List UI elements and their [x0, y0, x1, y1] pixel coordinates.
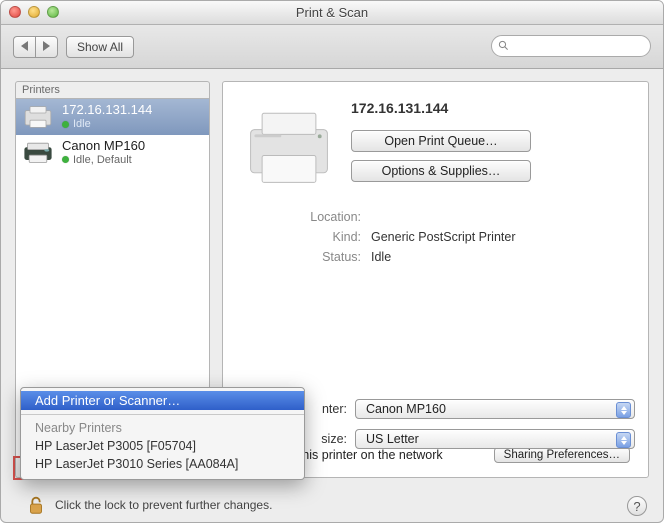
nearby-printer-item[interactable]: HP LaserJet P3010 Series [AA084A]	[21, 455, 304, 473]
kind-label: Kind:	[271, 230, 361, 244]
detail-grid: Location: Kind: Generic PostScript Print…	[241, 210, 630, 264]
kind-value: Generic PostScript Printer	[371, 230, 630, 244]
window-controls	[9, 6, 59, 18]
sidebar-header: Printers	[15, 81, 210, 98]
titlebar: Print & Scan	[1, 1, 663, 25]
forward-button[interactable]	[35, 36, 58, 58]
location-label: Location:	[271, 210, 361, 224]
printer-name: 172.16.131.144	[62, 103, 152, 118]
list-item-text: 172.16.131.144 Idle	[62, 103, 152, 131]
back-button[interactable]	[13, 36, 35, 58]
search-icon	[498, 40, 509, 51]
options-supplies-button[interactable]: Options & Supplies…	[351, 160, 531, 182]
printer-icon	[241, 96, 337, 192]
sharing-preferences-button[interactable]: Sharing Preferences…	[494, 447, 630, 463]
list-item-text: Canon MP160 Idle, Default	[62, 139, 145, 167]
printer-status: Idle, Default	[62, 154, 145, 167]
chevron-right-icon	[43, 41, 50, 51]
select-value: Canon MP160	[366, 402, 446, 416]
status-value: Idle	[371, 250, 630, 264]
default-paper-select[interactable]: US Letter	[355, 429, 635, 449]
menu-separator	[21, 414, 304, 415]
toolbar: Show All	[1, 25, 663, 69]
printer-list-item[interactable]: 172.16.131.144 Idle	[16, 99, 209, 135]
help-button[interactable]: ?	[627, 496, 647, 516]
detail-printer-name: 172.16.131.144	[351, 100, 448, 116]
search-input[interactable]	[491, 35, 651, 57]
chevron-left-icon	[21, 41, 28, 51]
nearby-printer-item[interactable]: HP LaserJet P3005 [F05704]	[21, 437, 304, 455]
default-printer-select[interactable]: Canon MP160	[355, 399, 635, 419]
lock-icon[interactable]	[25, 494, 47, 516]
printer-icon	[22, 139, 54, 165]
nav-segment	[13, 36, 58, 58]
minimize-button[interactable]	[28, 6, 40, 18]
help-icon: ?	[633, 499, 640, 514]
printer-status: Idle	[62, 118, 152, 131]
lock-text: Click the lock to prevent further change…	[55, 498, 272, 512]
open-print-queue-button[interactable]: Open Print Queue…	[351, 130, 531, 152]
prefs-window: Print & Scan Show All Printers	[0, 0, 664, 523]
close-button[interactable]	[9, 6, 21, 18]
status-dot-icon	[62, 121, 69, 128]
window-title: Print & Scan	[296, 5, 368, 20]
lock-row: Click the lock to prevent further change…	[25, 494, 272, 516]
detail-header: 172.16.131.144 Open Print Queue… Options…	[241, 96, 630, 192]
status-dot-icon	[62, 156, 69, 163]
printer-icon	[22, 104, 54, 130]
add-popup-menu: Add Printer or Scanner… Nearby Printers …	[20, 387, 305, 480]
location-value	[371, 210, 630, 224]
updown-icon	[616, 402, 631, 418]
search-field[interactable]	[491, 35, 651, 57]
status-label: Status:	[271, 250, 361, 264]
add-printer-menu-item[interactable]: Add Printer or Scanner…	[21, 391, 304, 410]
select-value: US Letter	[366, 432, 419, 446]
default-printer-label: nter:	[322, 402, 347, 416]
detail-right: 172.16.131.144 Open Print Queue… Options…	[351, 96, 630, 192]
zoom-button[interactable]	[47, 6, 59, 18]
printer-name: Canon MP160	[62, 139, 145, 154]
printer-list-item[interactable]: Canon MP160 Idle, Default	[16, 135, 209, 171]
default-paper-label: size:	[321, 432, 347, 446]
updown-icon	[616, 432, 631, 448]
show-all-button[interactable]: Show All	[66, 36, 134, 58]
nearby-header: Nearby Printers	[21, 419, 304, 437]
